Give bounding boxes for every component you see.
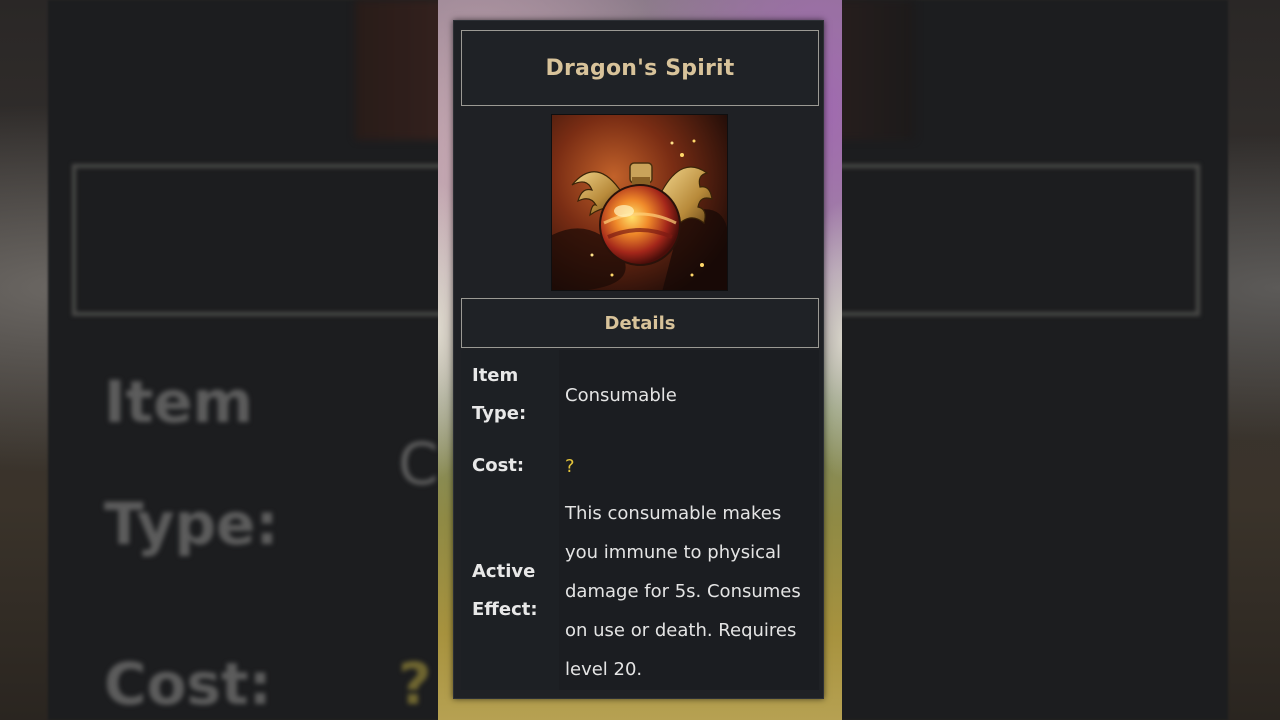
details-table: Item Type: Consumable Cost: ? Active Eff… (461, 350, 819, 690)
details-header: Details (604, 312, 676, 334)
item-title-box: Dragon's Spirit (461, 30, 819, 106)
active-effect-value: This consumable makes you immune to phys… (559, 492, 819, 690)
background-type-label: Type: (104, 490, 279, 558)
background-item-label: Item (104, 368, 254, 436)
background-value-fragment: C (398, 430, 439, 498)
item-type-label: Item Type: (461, 350, 559, 440)
cost-label: Cost: (461, 440, 559, 492)
cost-value: ? (559, 440, 819, 492)
background-cost-value: ? (398, 650, 432, 718)
dragon-winged-potion-icon (551, 114, 728, 291)
active-effect-label: Active Effect: (461, 492, 559, 690)
item-title: Dragon's Spirit (545, 55, 735, 81)
item-type-row: Item Type: Consumable (461, 350, 819, 440)
item-type-value: Consumable (559, 350, 819, 440)
item-tooltip: Dragon's Spirit Details Item Type: Consu… (453, 20, 824, 699)
active-effect-row: Active Effect: This consumable makes you… (461, 492, 819, 690)
cost-row: Cost: ? (461, 440, 819, 492)
background-cost-label: Cost: (104, 650, 272, 718)
details-header-box: Details (461, 298, 819, 348)
